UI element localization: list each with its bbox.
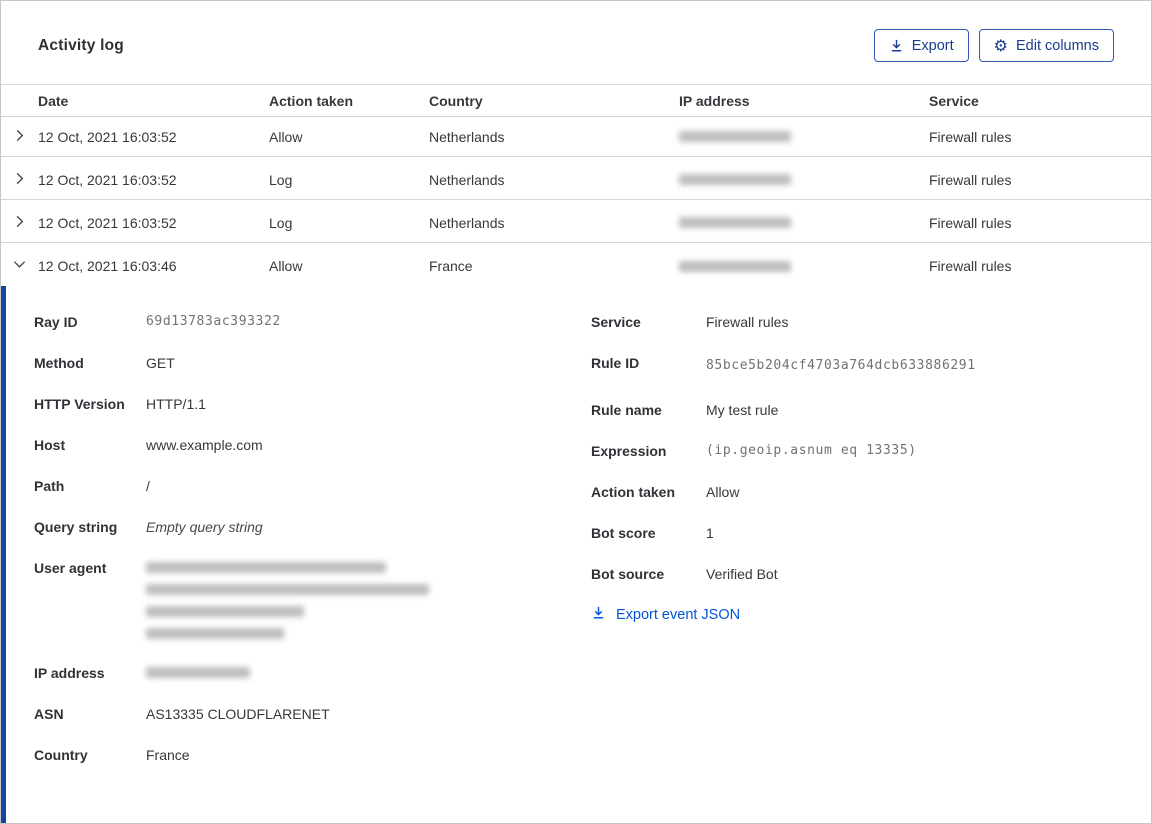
row-date: 12 Oct, 2021 16:03:52 <box>38 214 177 231</box>
table-row[interactable]: 12 Oct, 2021 16:03:52 Log Netherlands Fi… <box>1 203 1151 243</box>
host-value: www.example.com <box>146 437 263 453</box>
bot-source-value: Verified Bot <box>706 566 778 582</box>
download-icon <box>591 605 606 624</box>
collapse-row-button[interactable] <box>1 257 38 275</box>
row-service: Firewall rules <box>929 258 1012 274</box>
detail-row-rule-id: Rule ID 85bce5b204cf4703a764dcb633886291 <box>591 353 1114 379</box>
detail-row-method: Method GET <box>34 355 175 371</box>
chevron-right-icon <box>12 128 27 146</box>
asn-value: AS13335 CLOUDFLARENET <box>146 706 330 722</box>
service-value: Firewall rules <box>706 314 789 330</box>
row-service: Firewall rules <box>929 128 1012 145</box>
column-header-country: Country <box>429 92 483 109</box>
chevron-down-icon <box>12 257 27 275</box>
detail-row-service: Service Firewall rules <box>591 314 789 330</box>
expression-value: (ip.geoip.asnum eq 13335) <box>706 443 917 458</box>
ip-address-value-redacted <box>146 663 250 678</box>
row-ip-address-redacted <box>679 131 929 142</box>
detail-row-action-taken: Action taken Allow <box>591 484 740 500</box>
detail-row-asn: ASN AS13335 CLOUDFLARENET <box>34 706 330 722</box>
row-ip-address-redacted <box>679 260 929 272</box>
row-ip-address-redacted <box>679 217 929 228</box>
detail-row-http-version: HTTP Version HTTP/1.1 <box>34 396 206 412</box>
chevron-right-icon <box>12 214 27 232</box>
row-ip-address-redacted <box>679 174 929 185</box>
detail-row-country: Country France <box>34 747 190 763</box>
user-agent-value-redacted <box>146 558 429 639</box>
event-detail-left-column: Ray ID 69d13783ac393322 Method GET HTTP … <box>34 312 566 813</box>
row-country: France <box>429 258 473 274</box>
toolbar: Export ⚙ Edit columns <box>873 29 1114 62</box>
download-icon <box>889 38 904 53</box>
row-date: 12 Oct, 2021 16:03:52 <box>38 171 177 188</box>
table-header-row: Date Action taken Country IP address Ser… <box>1 84 1151 117</box>
expand-row-button[interactable] <box>1 214 38 232</box>
edit-columns-button-label: Edit columns <box>1015 37 1099 54</box>
detail-row-bot-score: Bot score 1 <box>591 525 714 541</box>
header: Activity log Export ⚙ Edit columns <box>1 1 1151 62</box>
detail-row-ip-address: IP address <box>34 663 566 683</box>
expand-row-button[interactable] <box>1 128 38 146</box>
row-date: 12 Oct, 2021 16:03:46 <box>38 258 177 274</box>
column-header-service: Service <box>929 92 979 109</box>
export-event-json-label: Export event JSON <box>616 606 741 623</box>
query-string-value: Empty query string <box>146 519 263 535</box>
rule-id-value: 85bce5b204cf4703a764dcb633886291 <box>706 358 976 373</box>
table-row[interactable]: 12 Oct, 2021 16:03:52 Log Netherlands Fi… <box>1 160 1151 200</box>
table-row-expanded[interactable]: 12 Oct, 2021 16:03:46 Allow France Firew… <box>1 246 1151 286</box>
row-service: Firewall rules <box>929 214 1012 231</box>
row-date: 12 Oct, 2021 16:03:52 <box>38 128 177 145</box>
http-version-value: HTTP/1.1 <box>146 396 206 412</box>
detail-row-host: Host www.example.com <box>34 437 263 453</box>
detail-row-expression: Expression (ip.geoip.asnum eq 13335) <box>591 443 917 459</box>
export-event-json-link[interactable]: Export event JSON <box>591 605 1114 624</box>
detail-row-ray-id: Ray ID 69d13783ac393322 <box>34 314 281 330</box>
detail-row-path: Path / <box>34 478 150 494</box>
table-row[interactable]: 12 Oct, 2021 16:03:52 Allow Netherlands … <box>1 117 1151 157</box>
row-country: Netherlands <box>429 214 505 231</box>
row-country: Netherlands <box>429 171 505 188</box>
column-header-action-taken: Action taken <box>269 92 354 109</box>
page-title: Activity log <box>38 36 124 54</box>
chevron-right-icon <box>12 171 27 189</box>
row-country: Netherlands <box>429 128 505 145</box>
detail-row-bot-source: Bot source Verified Bot <box>591 566 778 582</box>
activity-log-panel: Activity log Export ⚙ Edit columns Date … <box>0 0 1152 824</box>
method-value: GET <box>146 355 175 371</box>
bot-score-value: 1 <box>706 525 714 541</box>
event-detail-panel: Ray ID 69d13783ac393322 Method GET HTTP … <box>1 286 1151 823</box>
ray-id-value: 69d13783ac393322 <box>146 314 281 329</box>
row-action-taken: Log <box>269 214 293 231</box>
event-detail-right-column: Service Firewall rules Rule ID 85bce5b20… <box>591 312 1114 813</box>
country-value: France <box>146 747 190 763</box>
gear-icon: ⚙ <box>993 35 1008 55</box>
detail-row-rule-name: Rule name My test rule <box>591 402 779 418</box>
path-value: / <box>146 478 150 494</box>
row-service: Firewall rules <box>929 171 1012 188</box>
row-action-taken: Allow <box>269 258 303 274</box>
detail-row-user-agent: User agent <box>34 558 566 639</box>
activity-table: Date Action taken Country IP address Ser… <box>1 84 1151 286</box>
action-taken-value: Allow <box>706 484 740 500</box>
rule-name-value: My test rule <box>706 402 779 418</box>
table-body: 12 Oct, 2021 16:03:52 Allow Netherlands … <box>1 117 1151 286</box>
row-action-taken: Allow <box>269 128 303 145</box>
detail-row-query-string: Query string Empty query string <box>34 519 263 535</box>
column-header-ip-address: IP address <box>679 92 750 109</box>
export-button[interactable]: Export <box>873 29 969 62</box>
edit-columns-button[interactable]: ⚙ Edit columns <box>978 29 1114 62</box>
export-button-label: Export <box>911 37 954 54</box>
column-header-date: Date <box>38 92 69 109</box>
expand-row-button[interactable] <box>1 171 38 189</box>
row-action-taken: Log <box>269 171 293 188</box>
